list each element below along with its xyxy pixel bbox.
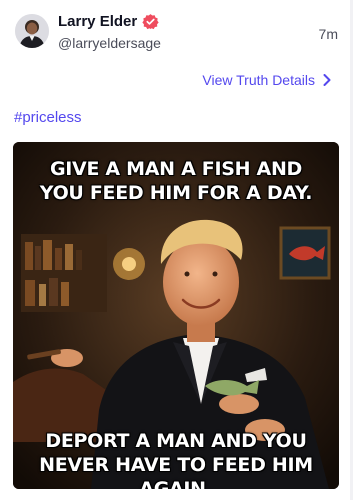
post-media-image[interactable]: GIVE A MAN A FISH AND YOU FEED HIM FOR A… xyxy=(13,142,339,489)
author-display-name[interactable]: Larry Elder xyxy=(58,13,137,30)
avatar[interactable] xyxy=(15,14,49,48)
hashtag-link[interactable]: #priceless xyxy=(14,109,82,126)
verified-badge-icon xyxy=(142,13,159,30)
author-row: Larry Elder xyxy=(58,13,159,30)
avatar-image xyxy=(15,14,49,48)
chevron-right-icon xyxy=(323,74,331,86)
post-timestamp: 7m xyxy=(318,26,338,42)
view-truth-details-link[interactable]: View Truth Details xyxy=(202,72,331,88)
meme-bottom-caption: DEPORT A MAN AND YOU NEVER HAVE TO FEED … xyxy=(39,430,313,489)
truth-post: Larry Elder @larryeldersage 7m View Trut… xyxy=(0,0,353,500)
author-handle[interactable]: @larryeldersage xyxy=(58,35,161,51)
view-truth-details-label: View Truth Details xyxy=(202,72,315,88)
meme-top-caption: GIVE A MAN A FISH AND YOU FEED HIM FOR A… xyxy=(39,158,313,204)
